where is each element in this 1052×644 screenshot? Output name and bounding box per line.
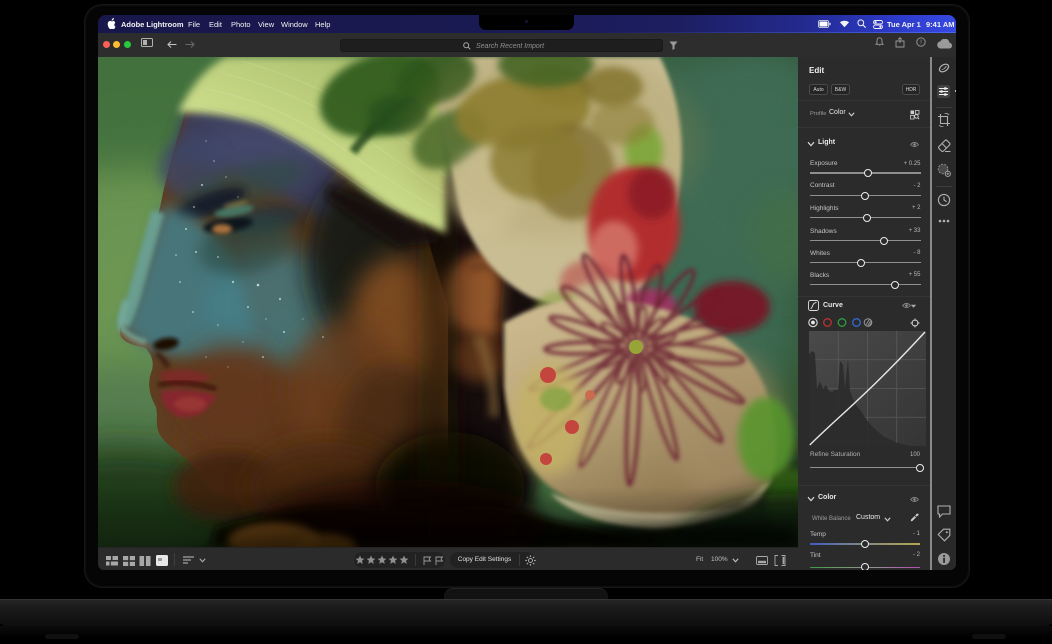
svg-text:!: !	[920, 39, 922, 46]
